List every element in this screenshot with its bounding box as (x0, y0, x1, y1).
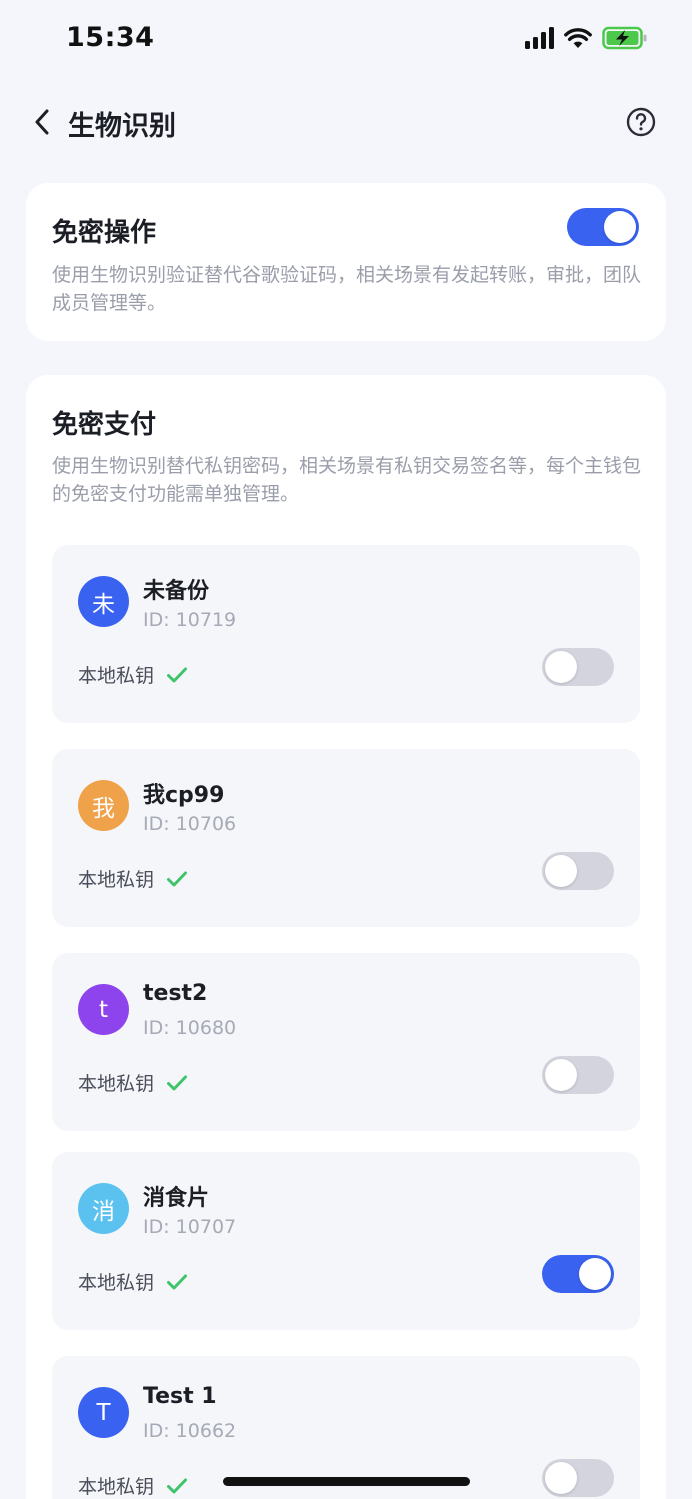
key-type-label: 本地私钥 (78, 1272, 155, 1294)
wallet-name: 消食片 (143, 1186, 210, 1211)
password-free-operation-description: 使用生物识别验证替代谷歌验证码，相关场景有发起转账，审批，团队成员管理等。 (52, 264, 642, 314)
password-free-operation-card: 免密操作 使用生物识别验证替代谷歌验证码，相关场景有发起转账，审批，团队成员管理… (26, 183, 666, 341)
wallet-item[interactable]: 未 未备份 ID: 10719 本地私钥 (52, 545, 640, 723)
navigation-bar: 生物识别 (0, 90, 692, 154)
page-title: 生物识别 (68, 111, 176, 142)
wallet-payment-toggle[interactable] (542, 1255, 614, 1293)
wallet-payment-toggle[interactable] (542, 1056, 614, 1094)
wallet-payment-toggle[interactable] (542, 852, 614, 890)
toggle-knob (604, 211, 636, 243)
wallet-avatar: 消 (78, 1183, 129, 1234)
wallet-avatar: 我 (78, 780, 129, 831)
wallet-payment-toggle[interactable] (542, 648, 614, 686)
toggle-knob (545, 855, 577, 887)
wallet-key-type: 本地私钥 (78, 1069, 188, 1096)
wallet-key-type: 本地私钥 (78, 661, 188, 688)
back-chevron-icon[interactable] (30, 106, 54, 138)
status-icons (525, 26, 648, 50)
wallet-key-type: 本地私钥 (78, 865, 188, 892)
password-free-operation-toggle[interactable] (567, 208, 639, 246)
wallet-item[interactable]: 我 我cp99 ID: 10706 本地私钥 (52, 749, 640, 927)
password-free-payment-title: 免密支付 (52, 410, 157, 440)
check-icon (167, 1478, 188, 1493)
toggle-knob (545, 1462, 577, 1494)
key-type-label: 本地私钥 (78, 665, 155, 687)
wallet-payment-toggle[interactable] (542, 1459, 614, 1497)
question-circle-icon[interactable] (626, 107, 656, 137)
wallet-key-type: 本地私钥 (78, 1268, 188, 1295)
wallet-avatar: t (78, 984, 129, 1035)
wallet-id: ID: 10662 (143, 1420, 237, 1442)
status-time: 15:34 (66, 22, 155, 53)
battery-charging-icon (602, 26, 647, 50)
password-free-operation-title: 免密操作 (52, 218, 157, 248)
wallet-item[interactable]: 消 消食片 ID: 10707 本地私钥 (52, 1152, 640, 1330)
wallet-id: ID: 10707 (143, 1216, 237, 1238)
wallet-id: ID: 10706 (143, 813, 237, 835)
cellular-signal-icon (525, 27, 554, 49)
wallet-avatar: 未 (78, 576, 129, 627)
wallet-name: 未备份 (143, 579, 210, 604)
check-icon (167, 667, 188, 682)
key-type-label: 本地私钥 (78, 869, 155, 891)
status-bar: 15:34 (0, 0, 692, 80)
wallet-name: Test 1 (143, 1384, 217, 1409)
toggle-knob (545, 651, 577, 683)
password-free-payment-card: 免密支付 使用生物识别替代私钥密码，相关场景有私钥交易签名等，每个主钱包的免密支… (26, 375, 666, 1499)
wallet-key-type: 本地私钥 (78, 1472, 188, 1499)
key-type-label: 本地私钥 (78, 1476, 155, 1498)
wifi-icon (564, 28, 592, 48)
password-free-payment-description: 使用生物识别替代私钥密码，相关场景有私钥交易签名等，每个主钱包的免密支付功能需单… (52, 455, 642, 505)
key-type-label: 本地私钥 (78, 1073, 155, 1095)
toggle-knob (545, 1059, 577, 1091)
wallet-id: ID: 10719 (143, 609, 237, 631)
wallet-item[interactable]: t test2 ID: 10680 本地私钥 (52, 953, 640, 1131)
check-icon (167, 1075, 188, 1090)
check-icon (167, 871, 188, 886)
home-indicator[interactable] (223, 1477, 470, 1486)
wallet-name: test2 (143, 981, 208, 1006)
wallet-avatar: T (78, 1387, 129, 1438)
toggle-knob (579, 1258, 611, 1290)
wallet-name: 我cp99 (143, 783, 225, 808)
check-icon (167, 1274, 188, 1289)
wallet-id: ID: 10680 (143, 1017, 237, 1039)
